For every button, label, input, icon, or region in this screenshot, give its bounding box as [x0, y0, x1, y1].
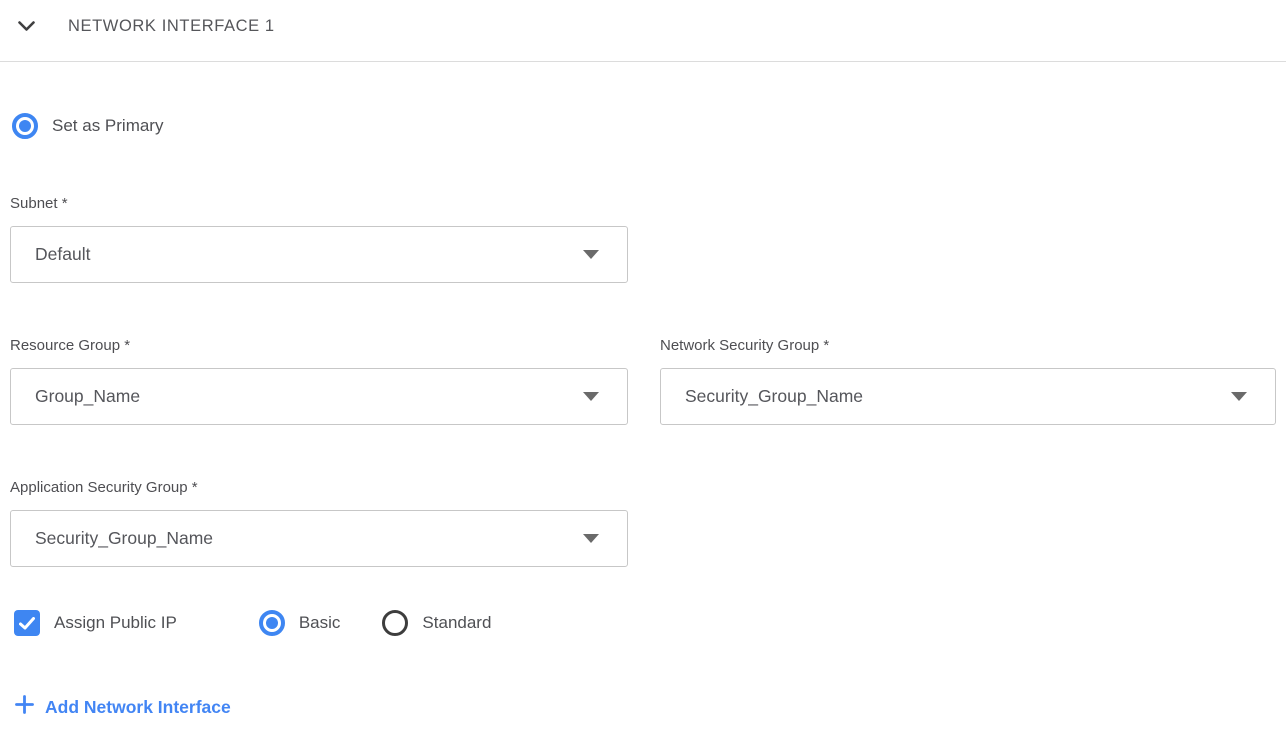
radio-selected-icon[interactable] — [12, 113, 38, 139]
network-security-group-label: Network Security Group * — [660, 337, 1276, 354]
subnet-field: Subnet * Default — [10, 195, 1286, 283]
add-network-interface-link[interactable]: Add Network Interface — [15, 695, 231, 719]
subnet-label: Subnet * — [10, 195, 1286, 212]
network-security-group-dropdown[interactable]: Security_Group_Name — [660, 368, 1276, 425]
resource-group-label: Resource Group * — [10, 337, 628, 354]
ip-sku-standard-label: Standard — [422, 613, 491, 633]
section-title: NETWORK INTERFACE 1 — [68, 17, 275, 36]
application-security-group-field: Application Security Group * Security_Gr… — [10, 479, 1286, 567]
section-header-network-interface-1[interactable]: NETWORK INTERFACE 1 — [0, 0, 1286, 38]
ip-sku-basic-label: Basic — [299, 613, 341, 633]
ip-sku-standard-radio[interactable]: Standard — [382, 610, 491, 636]
plus-icon — [15, 695, 34, 719]
caret-down-icon — [583, 250, 599, 259]
resource-group-value: Group_Name — [35, 386, 140, 407]
radio-selected-icon[interactable] — [259, 610, 285, 636]
assign-public-ip-checkbox[interactable]: Assign Public IP — [14, 610, 177, 636]
resource-group-field: Resource Group * Group_Name — [10, 337, 628, 425]
checkbox-checked-icon[interactable] — [14, 610, 40, 636]
subnet-dropdown[interactable]: Default — [10, 226, 628, 283]
chevron-down-icon[interactable] — [18, 21, 36, 32]
public-ip-options-row: Assign Public IP Basic Standard — [14, 610, 1286, 636]
caret-down-icon — [583, 392, 599, 401]
network-security-group-field: Network Security Group * Security_Group_… — [660, 337, 1276, 425]
set-as-primary-label: Set as Primary — [52, 116, 163, 136]
set-as-primary-radio[interactable]: Set as Primary — [12, 113, 1286, 139]
ip-sku-basic-radio[interactable]: Basic — [259, 610, 341, 636]
add-network-interface-label: Add Network Interface — [45, 697, 231, 718]
application-security-group-label: Application Security Group * — [10, 479, 1286, 496]
caret-down-icon — [583, 534, 599, 543]
subnet-value: Default — [35, 244, 90, 265]
application-security-group-value: Security_Group_Name — [35, 528, 213, 549]
section-divider — [0, 61, 1286, 62]
application-security-group-dropdown[interactable]: Security_Group_Name — [10, 510, 628, 567]
network-security-group-value: Security_Group_Name — [685, 386, 863, 407]
caret-down-icon — [1231, 392, 1247, 401]
resource-group-dropdown[interactable]: Group_Name — [10, 368, 628, 425]
network-interface-form: NETWORK INTERFACE 1 Set as Primary Subne… — [0, 0, 1286, 752]
radio-unselected-icon[interactable] — [382, 610, 408, 636]
group-row: Resource Group * Group_Name Network Secu… — [10, 337, 1286, 425]
assign-public-ip-label: Assign Public IP — [54, 613, 177, 633]
